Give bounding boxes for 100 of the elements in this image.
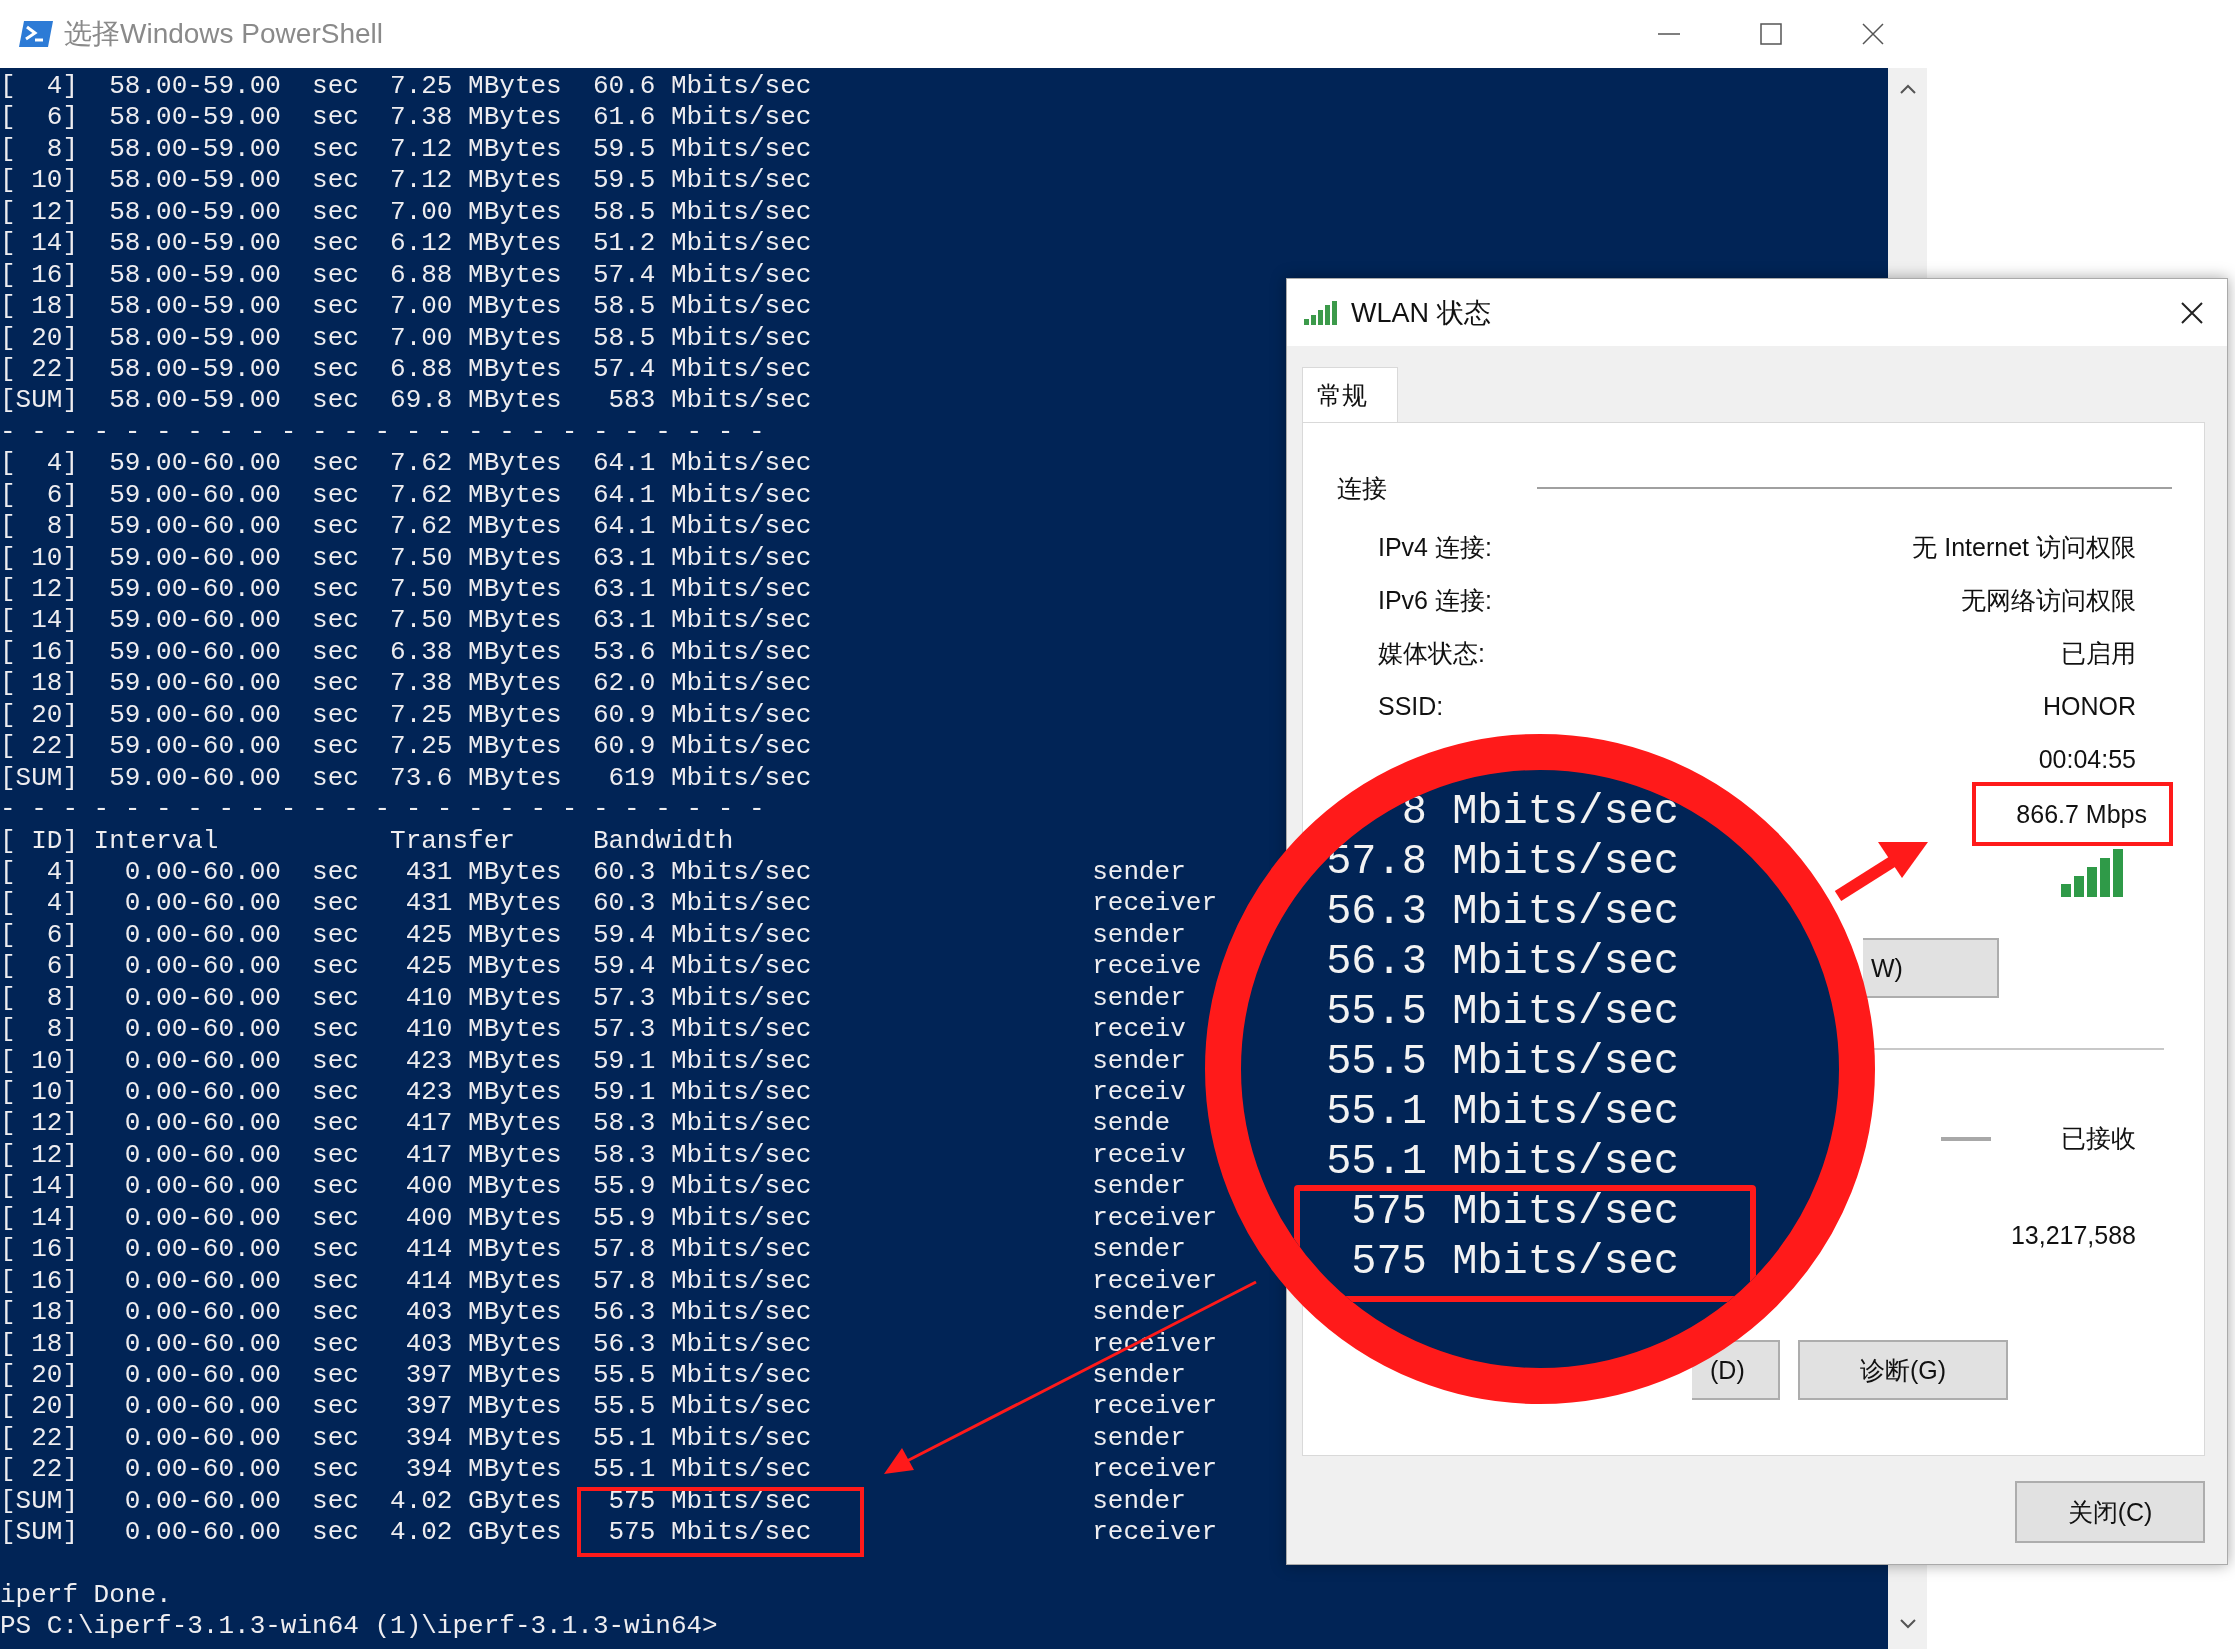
console-line: [ 14] 58.00-59.00 sec 6.12 MBytes 51.2 Mbits/sec xyxy=(0,228,812,260)
close-button[interactable]: 关闭(C) xyxy=(2015,1481,2205,1543)
console-line: [ 14] 0.00-60.00 sec 400 MBytes 55.9 Mbits/sec xyxy=(0,1171,812,1203)
powershell-icon xyxy=(18,19,54,49)
console-line: [ 16] 58.00-59.00 sec 6.88 MBytes 57.4 Mbits/sec xyxy=(0,259,812,292)
console-text: receiver xyxy=(1092,888,1217,920)
console-text: sende xyxy=(1092,1108,1171,1140)
console-text: sender xyxy=(1092,856,1186,889)
console-text: sender xyxy=(1092,919,1186,952)
received-label: 已接收 xyxy=(2061,1123,2136,1154)
magnified-text: 575 Mbits/sec xyxy=(1351,1188,1679,1236)
console-line: [ 22] 0.00-60.00 sec 394 MBytes 55.1 Mbits/sec xyxy=(0,1422,812,1455)
wireless-properties-button[interactable]: W) xyxy=(1863,938,1999,998)
console-text: receiver xyxy=(1092,1202,1217,1235)
console-line: [ 20] 0.00-60.00 sec 397 MBytes 55.5 Mbits/sec xyxy=(0,1391,812,1423)
console-line: [ 4] 58.00-59.00 sec 7.25 MBytes 60.6 Mbits/sec xyxy=(0,71,812,103)
scroll-down-icon[interactable] xyxy=(1897,1617,1918,1631)
console-line: [ 8] 59.00-60.00 sec 7.62 MBytes 64.1 Mbits/sec xyxy=(0,511,812,543)
console-line: [ 12] 0.00-60.00 sec 417 MBytes 58.3 Mbits/sec xyxy=(0,1108,812,1140)
console-line: [ 6] 0.00-60.00 sec 425 MBytes 59.4 Mbits/sec xyxy=(0,951,812,983)
magnified-text: 55.5 Mbits/sec xyxy=(1326,988,1679,1036)
magnified-text: 55.1 Mbits/sec xyxy=(1326,1138,1679,1186)
console-line: [ 10] 58.00-59.00 sec 7.12 MBytes 59.5 Mbits/sec xyxy=(0,165,812,197)
signal-icon xyxy=(1303,299,1339,326)
field-value: 866.7 Mbps xyxy=(2016,799,2147,829)
tab[interactable]: 常规 xyxy=(1302,367,1398,423)
console-line: [SUM] 0.00-60.00 sec 4.02 GBytes 575 Mbits/sec xyxy=(0,1517,812,1549)
field-value: 无网络访问权限 xyxy=(1961,585,2136,616)
console-line: [ ID] Interval Transfer Bandwidth xyxy=(0,825,734,857)
console-line: [ 14] 0.00-60.00 sec 400 MBytes 55.9 Mbits/sec xyxy=(0,1202,812,1235)
console-line: [ 20] 0.00-60.00 sec 397 MBytes 55.5 Mbits/sec xyxy=(0,1359,812,1392)
console-line: [ 4] 59.00-60.00 sec 7.62 MBytes 64.1 Mbits/sec xyxy=(0,448,812,480)
console-text: receiver xyxy=(1092,1391,1217,1423)
console-line: [SUM] 0.00-60.00 sec 4.02 GBytes 575 Mbits/sec xyxy=(0,1485,812,1518)
dialog-title: WLAN 状态 xyxy=(1351,296,1491,330)
close-icon[interactable] xyxy=(1861,22,1885,46)
console-text: sender xyxy=(1092,1359,1186,1392)
console-line: - - - - - - - - - - - - - - - - - - - - - - - - - xyxy=(0,794,765,826)
console-line: [SUM] 59.00-60.00 sec 73.6 MBytes 619 Mbits/sec xyxy=(0,762,812,795)
console-line: [ 18] 0.00-60.00 sec 403 MBytes 56.3 Mbits/sec xyxy=(0,1328,812,1360)
console-line: [ 10] 59.00-60.00 sec 7.50 MBytes 63.1 Mbits/sec xyxy=(0,542,812,574)
console-line: PS C:\iperf-3.1.3-win64 (1)\iperf-3.1.3-win64> xyxy=(0,1611,718,1643)
console-line: [ 10] 0.00-60.00 sec 423 MBytes 59.1 Mbits/sec xyxy=(0,1077,812,1109)
console-line: [ 12] 0.00-60.00 sec 417 MBytes 58.3 Mbits/sec xyxy=(0,1139,812,1172)
field-value: 00:04:55 xyxy=(2038,745,2136,774)
console-line: [ 14] 59.00-60.00 sec 7.50 MBytes 63.1 Mbits/sec xyxy=(0,605,812,637)
console-line: [ 16] 0.00-60.00 sec 414 MBytes 57.8 Mbits/sec xyxy=(0,1265,812,1298)
console-text: receiver xyxy=(1092,1517,1217,1549)
close-icon[interactable] xyxy=(2179,299,2205,326)
console-line: [ 6] 58.00-59.00 sec 7.38 MBytes 61.6 Mbits/sec xyxy=(0,102,812,134)
console-text: receiver xyxy=(1092,1454,1217,1486)
console-text: receiver xyxy=(1092,1265,1217,1298)
received-bytes: 13,217,588 xyxy=(2010,1221,2136,1250)
console-line: - - - - - - - - - - - - - - - - - - - - - - - - - xyxy=(0,416,765,449)
signal-icon xyxy=(2060,848,2126,898)
console-text: sender xyxy=(1092,1422,1186,1455)
magnified-text: 575 Mbits/sec xyxy=(1351,1238,1679,1286)
console-line: [SUM] 58.00-59.00 sec 69.8 MBytes 583 Mbits/sec xyxy=(0,385,812,417)
console-line: [ 8] 58.00-59.00 sec 7.12 MBytes 59.5 Mbits/sec xyxy=(0,133,812,166)
console-text: sender xyxy=(1092,1297,1186,1329)
console-text: sender xyxy=(1092,1045,1186,1077)
console-line: [ 4] 0.00-60.00 sec 431 MBytes 60.3 Mbits/sec xyxy=(0,888,812,920)
field-label: IPv6 连接: xyxy=(1378,585,1492,616)
magnified-text: 56.3 Mbits/sec xyxy=(1326,888,1679,936)
console-line: [ 16] 59.00-60.00 sec 6.38 MBytes 53.6 Mbits/sec xyxy=(0,636,812,669)
magnified-text: 56.3 Mbits/sec xyxy=(1326,938,1679,986)
console-line: iperf Done. xyxy=(0,1580,172,1612)
console-line: [ 6] 59.00-60.00 sec 7.62 MBytes 64.1 Mbits/sec xyxy=(0,479,812,512)
console-line: [ 8] 0.00-60.00 sec 410 MBytes 57.3 Mbits/sec xyxy=(0,1014,812,1046)
console-text: receive xyxy=(1092,951,1202,983)
field-value: HONOR xyxy=(2042,692,2136,721)
dialog-button[interactable]: 诊断(G) xyxy=(1798,1340,2008,1400)
console-text: sender xyxy=(1092,1485,1186,1518)
field-value: 无 Internet 访问权限 xyxy=(1912,532,2136,563)
console-text: receiv xyxy=(1092,1139,1186,1172)
console-line: [ 22] 0.00-60.00 sec 394 MBytes 55.1 Mbits/sec xyxy=(0,1454,812,1486)
field-label: IPv4 连接: xyxy=(1378,532,1492,563)
console-line: [ 20] 59.00-60.00 sec 7.25 MBytes 60.9 Mbits/sec xyxy=(0,699,812,732)
maximize-icon[interactable] xyxy=(1759,22,1783,46)
field-value: 已启用 xyxy=(2061,638,2136,669)
console-line: [ 20] 58.00-59.00 sec 7.00 MBytes 58.5 Mbits/sec xyxy=(0,322,812,354)
console-text: sender xyxy=(1092,1234,1186,1266)
console-line: [ 6] 0.00-60.00 sec 425 MBytes 59.4 Mbits/sec xyxy=(0,919,812,952)
console-line: [ 18] 59.00-60.00 sec 7.38 MBytes 62.0 Mbits/sec xyxy=(0,668,812,700)
section-heading: 连接 xyxy=(1337,472,1387,504)
console-line: [ 12] 59.00-60.00 sec 7.50 MBytes 63.1 Mbits/sec xyxy=(0,574,812,606)
console-text: sender xyxy=(1092,982,1186,1015)
console-text: sender xyxy=(1092,1171,1186,1203)
console-line: [ 12] 58.00-59.00 sec 7.00 MBytes 58.5 Mbits/sec xyxy=(0,196,812,229)
console-line: [ 10] 0.00-60.00 sec 423 MBytes 59.1 Mbits/sec xyxy=(0,1045,812,1077)
console-line: [ 22] 58.00-59.00 sec 6.88 MBytes 57.4 Mbits/sec xyxy=(0,353,812,386)
field-label: 媒体状态: xyxy=(1378,638,1485,669)
magnified-text: 55.1 Mbits/sec xyxy=(1326,1088,1679,1136)
window-title: 选择Windows PowerShell xyxy=(64,17,383,51)
magnified-text: 55.5 Mbits/sec xyxy=(1326,1038,1679,1086)
field-label: SSID: xyxy=(1378,692,1444,721)
console-line: [ 16] 0.00-60.00 sec 414 MBytes 57.8 Mbits/sec xyxy=(0,1234,812,1266)
console-text: receiv xyxy=(1092,1077,1186,1109)
console-line: [ 18] 58.00-59.00 sec 7.00 MBytes 58.5 Mbits/sec xyxy=(0,291,812,323)
console-line: [ 18] 0.00-60.00 sec 403 MBytes 56.3 Mbits/sec xyxy=(0,1297,812,1329)
